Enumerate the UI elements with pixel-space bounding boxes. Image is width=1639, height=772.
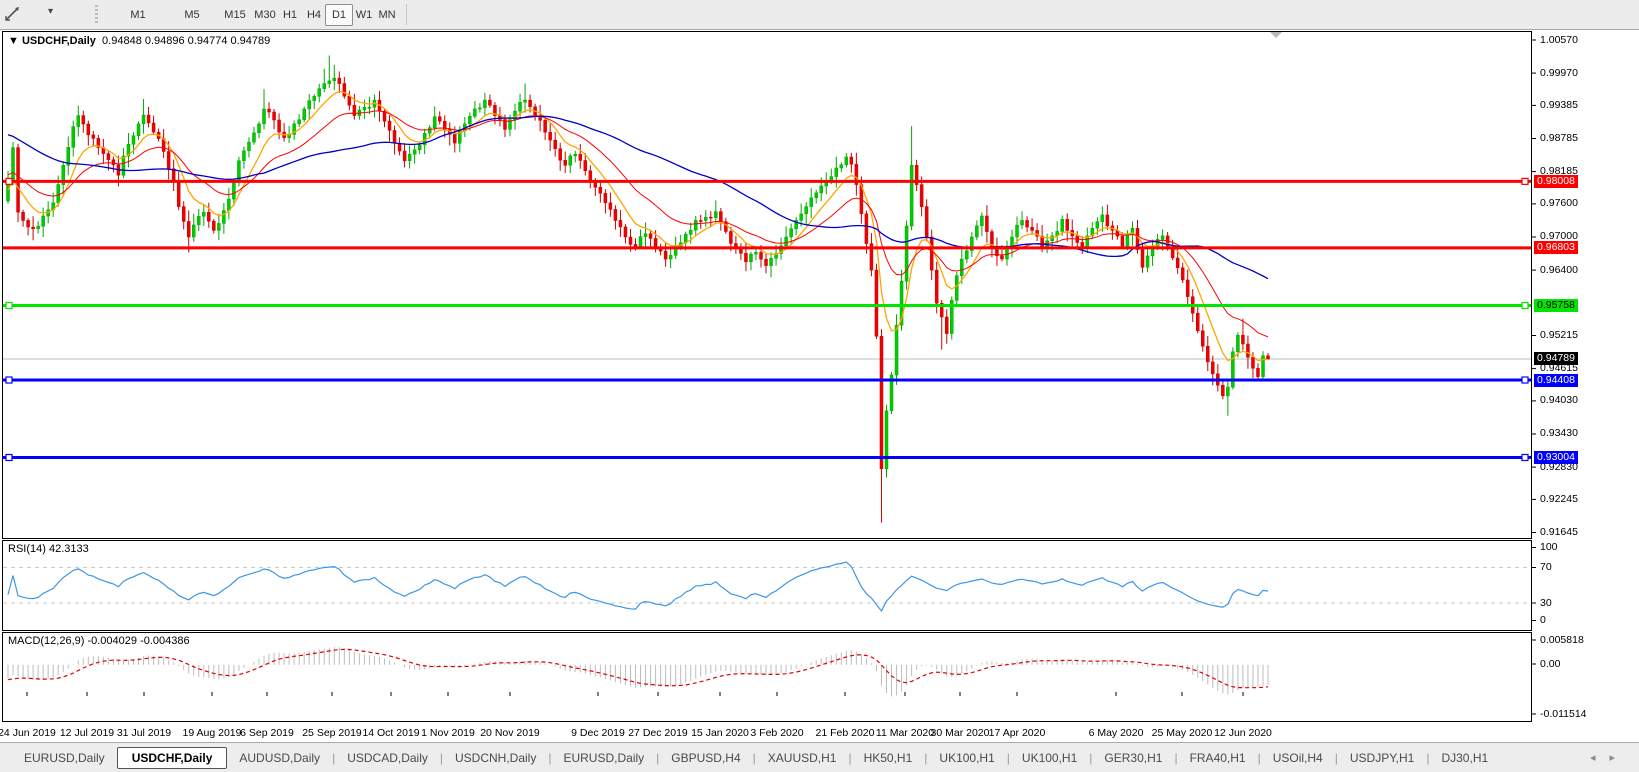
- horizontal-line-0.96803[interactable]: [3, 246, 1531, 249]
- tool-dropdown-caret-icon[interactable]: ▾: [48, 6, 53, 17]
- timeframe-button-H4[interactable]: H4: [301, 4, 327, 26]
- chart-tab-HK50-H1[interactable]: HK50,H1: [852, 748, 925, 768]
- chart-tab-UK100-H1[interactable]: UK100,H1: [1010, 748, 1089, 768]
- line-handle[interactable]: [6, 303, 12, 309]
- horizontal-line-0.93004[interactable]: [3, 456, 1531, 459]
- timeframe-toolbar: ▾ M1M5M15M30H1H4D1W1MN: [0, 0, 1639, 30]
- line-handle[interactable]: [1522, 454, 1528, 460]
- chart-tab-UK100-H1[interactable]: UK100,H1: [927, 748, 1006, 768]
- line-handle[interactable]: [1522, 377, 1528, 383]
- chart-tab-USDCAD-Daily[interactable]: USDCAD,Daily: [335, 748, 440, 768]
- chart-tab-USDCNH-Daily[interactable]: USDCNH,Daily: [443, 748, 548, 768]
- ma-slow-line: [8, 116, 1268, 279]
- chart-tab-bar: EURUSD,DailyUSDCHF,DailyAUDUSD,Daily|USD…: [0, 742, 1639, 772]
- toolbar-separator: [406, 4, 407, 25]
- chart-tab-EURUSD-Daily[interactable]: EURUSD,Daily: [12, 748, 117, 768]
- line-handle[interactable]: [6, 178, 12, 184]
- chart-tab-EURUSD-Daily[interactable]: EURUSD,Daily: [551, 748, 656, 768]
- horizontal-line-0.98008[interactable]: [3, 180, 1531, 183]
- tab-scroll-left-icon[interactable]: ◂: [1590, 752, 1610, 764]
- timeframe-button-H1[interactable]: H1: [277, 4, 303, 26]
- chart-scroll-marker[interactable]: [1270, 32, 1282, 38]
- horizontal-line-0.94408[interactable]: [3, 379, 1531, 382]
- chart-window: ▼ USDCHF,Daily 0.94848 0.94896 0.94774 0…: [0, 30, 1639, 742]
- chart-shift-tool-icon[interactable]: [2, 4, 30, 24]
- chart-tab-FRA40-H1[interactable]: FRA40,H1: [1178, 748, 1258, 768]
- timeframe-button-M5[interactable]: M5: [176, 4, 208, 26]
- price-chart-canvas: [0, 30, 1639, 742]
- chart-tab-DJ30-H1[interactable]: DJ30,H1: [1429, 748, 1500, 768]
- timeframe-button-D1[interactable]: D1: [325, 4, 353, 26]
- chart-tab-GER30-H1[interactable]: GER30,H1: [1092, 748, 1174, 768]
- rsi-line: [8, 562, 1268, 611]
- tab-scroll-right-icon[interactable]: ▸: [1609, 752, 1629, 764]
- horizontal-line-0.95758[interactable]: [3, 304, 1531, 307]
- chart-tab-XAUUSD-H1[interactable]: XAUUSD,H1: [756, 748, 849, 768]
- ma-medium-line: [8, 111, 1268, 337]
- toolbar-grip[interactable]: [95, 5, 98, 23]
- chart-tab-USDJPY-H1[interactable]: USDJPY,H1: [1338, 748, 1426, 768]
- line-handle[interactable]: [6, 377, 12, 383]
- timeframe-button-M15[interactable]: M15: [218, 4, 252, 26]
- chart-tab-GBPUSD-H4[interactable]: GBPUSD,H4: [659, 748, 752, 768]
- chart-tab-USDCHF-Daily[interactable]: USDCHF,Daily: [117, 747, 228, 769]
- line-handle[interactable]: [6, 454, 12, 460]
- ma-fast-line: [8, 91, 1268, 360]
- chart-tab-AUDUSD-Daily[interactable]: AUDUSD,Daily: [227, 748, 332, 768]
- line-handle[interactable]: [1522, 303, 1528, 309]
- timeframe-button-MN[interactable]: MN: [372, 4, 402, 26]
- line-handle[interactable]: [1522, 178, 1528, 184]
- macd-signal-line: [8, 649, 1268, 687]
- timeframe-button-M1[interactable]: M1: [122, 4, 154, 26]
- chart-tab-USOil-H4[interactable]: USOil,H4: [1261, 748, 1335, 768]
